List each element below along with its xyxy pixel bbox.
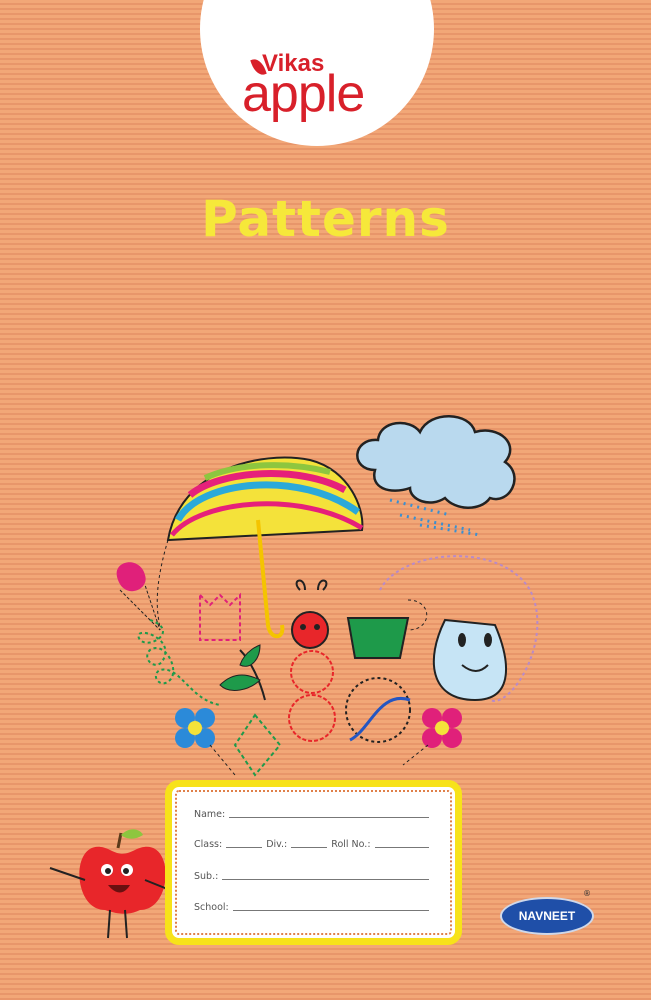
subject-label: Sub.: — [194, 871, 219, 882]
school-label: School: — [194, 902, 229, 913]
name-line[interactable] — [229, 817, 429, 818]
student-info-card: Name: Class: Div.: Roll No.: Sub.: Schoo… — [165, 780, 462, 945]
cloud-icon — [356, 415, 516, 537]
name-field[interactable]: Name: — [194, 809, 433, 820]
class-row: Class: Div.: Roll No.: — [194, 839, 433, 850]
tulip-icon — [199, 592, 266, 701]
roll-line[interactable] — [374, 847, 429, 848]
name-label: Name: — [194, 809, 226, 820]
diamond-icon — [233, 713, 282, 777]
wave-circle-icon — [345, 677, 411, 743]
div-line[interactable] — [291, 847, 328, 848]
pink-flower-icon — [402, 708, 462, 766]
registered-mark: ® — [583, 889, 591, 898]
school-line[interactable] — [232, 910, 429, 911]
ice-cream-icon — [116, 562, 161, 631]
subject-line[interactable] — [222, 879, 429, 880]
spiral-icon — [137, 619, 221, 706]
umbrella-icon — [156, 456, 364, 639]
blue-flower-icon — [175, 708, 236, 776]
apple-mascot-icon — [49, 829, 171, 939]
class-label: Class: — [194, 839, 223, 850]
publisher-logo: NAVNEET — [500, 897, 594, 935]
caterpillar-icon — [288, 579, 336, 742]
school-field[interactable]: School: — [194, 902, 433, 913]
roll-label: Roll No.: — [331, 839, 371, 850]
div-label: Div.: — [266, 839, 288, 850]
cup-icon — [346, 599, 428, 659]
subject-field[interactable]: Sub.: — [194, 871, 433, 882]
class-line[interactable] — [226, 847, 263, 848]
